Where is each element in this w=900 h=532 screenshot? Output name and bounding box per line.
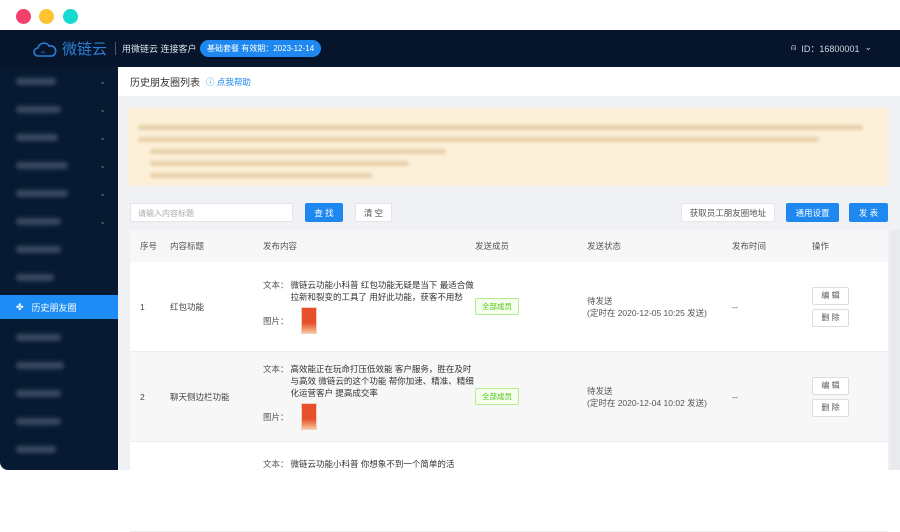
clear-button[interactable]: 清 空: [355, 203, 392, 222]
edit-button[interactable]: 编 辑: [812, 286, 849, 305]
row-text: 高效能正在玩命打压低效能 客户服务，胜在及时与高效 微链云的这个功能 帮你加速、…: [290, 364, 474, 398]
brand-name: 微链云: [62, 41, 108, 58]
chevron-down-icon: ⌄: [99, 76, 106, 86]
slogan: 用微链云 连接客户: [115, 42, 197, 55]
chevron-down-icon: ⌄: [864, 42, 872, 52]
row-text: 微链云功能小科普 你想象不到一个简单的活: [290, 459, 455, 469]
sidebar-item[interactable]: [0, 323, 118, 351]
close-window-button[interactable]: [16, 9, 31, 24]
notice-banner: [128, 108, 888, 186]
maximize-window-button[interactable]: [63, 9, 78, 24]
toolbar: 请输入内容标题 查 找 清 空 获取员工朋友圈地址 通用设置 发 表: [130, 203, 888, 222]
settings-button[interactable]: 通用设置: [786, 203, 839, 222]
user-id: ID：16800001: [801, 44, 860, 54]
image-label: 图片：: [263, 315, 289, 326]
user-menu[interactable]: ⍝ ID：16800001 ⌄: [791, 42, 872, 55]
delete-button[interactable]: 删 除: [812, 398, 849, 417]
chevron-down-icon: ⌄: [99, 132, 106, 142]
column-header: 发送成员: [475, 241, 510, 251]
image-label: 图片：: [263, 411, 289, 422]
row-index: 2: [140, 391, 145, 402]
row-text: 微链云功能小科普 红包功能无疑是当下 最适合做拉新和裂变的工具了 用好此功能，获…: [290, 280, 474, 302]
publish-time: --: [732, 301, 738, 312]
search-button[interactable]: 查 找: [305, 203, 343, 222]
svg-text:∞: ∞: [41, 50, 45, 56]
column-header: 发布内容: [263, 241, 298, 251]
brand-logo[interactable]: ∞ 微链云: [33, 38, 107, 59]
sidebar-item[interactable]: [0, 235, 118, 263]
text-label: 文本：: [263, 364, 289, 374]
publish-time: --: [732, 391, 738, 402]
send-status: 待发送: [587, 295, 613, 306]
user-icon: ⍝: [791, 42, 797, 52]
question-icon: ⓘ: [206, 76, 215, 87]
table-row: 文本： 微链云功能小科普 你想象不到一个简单的活: [130, 442, 888, 532]
moments-table: 序号 内容标题 发布内容 发送成员 发送状态 发布时间 操作 1 红包功能 文本…: [130, 230, 888, 532]
chevron-down-icon: ⌄: [99, 188, 106, 198]
table-row: 1 红包功能 文本： 微链云功能小科普 红包功能无疑是当下 最适合做拉新和裂变的工…: [130, 262, 888, 352]
column-header: 操作: [812, 241, 830, 251]
cloud-icon: ∞: [33, 41, 57, 57]
table-row: 2 聊天侧边栏功能 文本： 高效能正在玩命打压低效能 客户服务，胜在及时与高效 微…: [130, 352, 888, 442]
app-header: ∞ 微链云 用微链云 连接客户 基础套餐 有效期：2023-12-14 ⍝ ID…: [0, 30, 900, 67]
sidebar-item[interactable]: ⌄: [0, 207, 118, 235]
get-moments-url-button[interactable]: 获取员工朋友圈地址: [681, 203, 775, 222]
row-index: 1: [140, 301, 145, 312]
text-label: 文本：: [263, 459, 289, 469]
sidebar-item[interactable]: ⌄: [0, 67, 118, 95]
send-status: 待发送: [587, 385, 613, 396]
window-titlebar: [0, 0, 900, 30]
column-header: 内容标题: [170, 241, 205, 251]
sidebar-item-label: 历史朋友圈: [31, 302, 77, 313]
sidebar-item[interactable]: ⌄: [0, 151, 118, 179]
table-header: 序号 内容标题 发布内容 发送成员 发送状态 发布时间 操作: [130, 230, 888, 262]
sidebar: ⌄ ⌄ ⌄ ⌄ ⌄ ⌄ ✤ 历史朋友圈: [0, 67, 118, 470]
delete-button[interactable]: 删 除: [812, 308, 849, 327]
sidebar-item[interactable]: ⌄: [0, 179, 118, 207]
publish-button[interactable]: 发 表: [849, 203, 888, 222]
row-content: 文本： 微链云功能小科普 红包功能无疑是当下 最适合做拉新和裂变的工具了 用好此功…: [263, 279, 475, 334]
chevron-down-icon: ⌄: [99, 104, 106, 114]
search-input[interactable]: 请输入内容标题: [130, 203, 293, 222]
image-thumbnail[interactable]: [300, 403, 317, 430]
sidebar-item[interactable]: [0, 407, 118, 435]
edit-button[interactable]: 编 辑: [812, 376, 849, 395]
help-link[interactable]: ⓘ 点我帮助: [206, 76, 251, 88]
row-content: 文本： 高效能正在玩命打压低效能 客户服务，胜在及时与高效 微链云的这个功能 帮你…: [263, 363, 475, 430]
main-content: 历史朋友圈列表 ⓘ 点我帮助 请输入内容标题 查 找 清 空 获取员工朋友圈地址…: [118, 67, 900, 532]
row-title: 红包功能: [170, 301, 205, 312]
row-title: 聊天侧边栏功能: [170, 391, 230, 402]
members-tag: 全部成员: [475, 298, 519, 315]
text-label: 文本：: [263, 280, 289, 290]
sidebar-item[interactable]: [0, 435, 118, 463]
chevron-down-icon: ⌄: [99, 160, 106, 170]
sidebar-item[interactable]: [0, 351, 118, 379]
members-tag: 全部成员: [475, 388, 519, 405]
schedule-time: (定时在 2020-12-04 10:02 发送): [587, 397, 707, 408]
column-header: 发送状态: [587, 241, 622, 251]
page-header: 历史朋友圈列表 ⓘ 点我帮助: [118, 67, 900, 96]
sidebar-item[interactable]: [0, 379, 118, 407]
scrollbar[interactable]: [890, 230, 900, 470]
help-label: 点我帮助: [216, 76, 251, 87]
row-content: 文本： 微链云功能小科普 你想象不到一个简单的活: [263, 458, 475, 470]
sidebar-item[interactable]: ⌄: [0, 123, 118, 151]
sidebar-item[interactable]: ⌄: [0, 95, 118, 123]
puzzle-icon: ✤: [16, 301, 24, 312]
column-header: 发布时间: [732, 241, 767, 251]
schedule-time: (定时在 2020-12-05 10:25 发送): [587, 307, 707, 318]
sidebar-item[interactable]: [0, 263, 118, 291]
chevron-down-icon: ⌄: [99, 216, 106, 226]
plan-badge: 基础套餐 有效期：2023-12-14: [200, 40, 322, 57]
sidebar-item-history-moments[interactable]: ✤ 历史朋友圈: [0, 295, 118, 319]
minimize-window-button[interactable]: [39, 9, 54, 24]
page-title: 历史朋友圈列表: [130, 78, 200, 89]
image-thumbnail[interactable]: [300, 307, 317, 334]
column-header: 序号: [140, 241, 158, 251]
